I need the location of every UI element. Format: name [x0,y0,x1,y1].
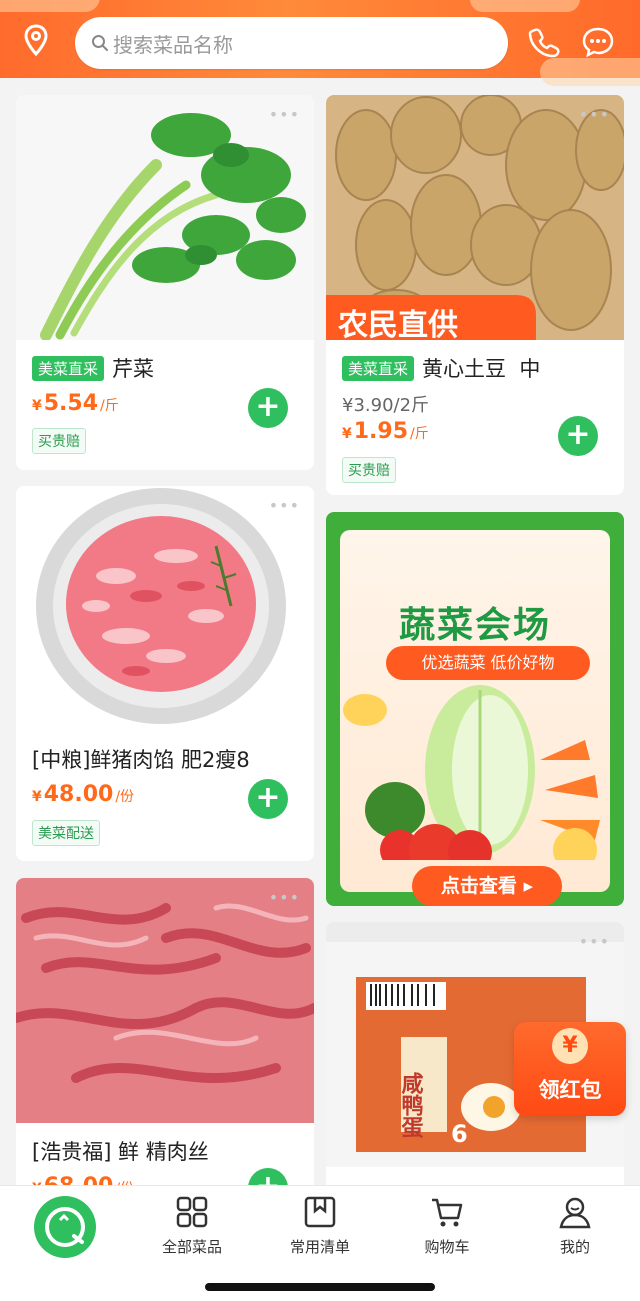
chat-icon[interactable] [580,24,616,60]
product-name: 芹菜 [112,357,155,381]
vegetables-illustration [343,685,600,860]
home-icon [45,1207,85,1247]
guarantee-badge: 买贵赔 [342,457,396,483]
product-image-celery [16,95,314,340]
tab-common-list[interactable]: 常用清单 [270,1194,370,1257]
header-cloud-decoration [0,0,100,12]
product-price: ¥ 48.00 /份 [32,782,134,807]
product-price: ¥ 5.54 /斤 [32,391,119,416]
header-bar: 搜索菜品名称 [0,0,640,86]
tab-label: 常用清单 [289,1238,350,1256]
banner-title: 蔬菜会场 [398,605,551,646]
guarantee-badge: 买贵赔 [32,428,86,454]
price-unit: /斤 [410,426,429,442]
price-unit: /份 [115,789,135,805]
banner-panel: 蔬菜会场 优选蔬菜 低价好物 点击查看 ▸ [340,530,610,906]
home-indicator [205,1283,435,1291]
tab-label: 全部菜品 [161,1238,222,1256]
more-icon[interactable]: ••• [269,888,300,907]
phone-icon[interactable] [526,24,562,60]
egg-count-label: 6 [451,1120,468,1148]
user-icon [559,1197,591,1229]
product-price: ¥ 1.95 /斤 [342,419,429,444]
original-price: ¥3.90/2斤 [342,395,430,416]
banner-text-farmer-direct: 农民直供 [337,308,458,340]
red-packet-label: 领红包 [538,1078,602,1102]
header-cloud-decoration [540,58,640,86]
header-cloud-decoration [470,0,580,12]
price-currency: ¥ [32,789,42,805]
view-more-label: 点击查看 [440,875,517,897]
product-card-potato[interactable]: 农民直供 ••• 美菜直采 黄心土豆 中 ¥3.90/2斤 ¥ 1.95 /斤 … [326,95,624,495]
search-placeholder: 搜索菜品名称 [113,32,233,57]
product-title-row: 美菜直采 黄心土豆 中 [342,353,540,383]
tab-all-dishes[interactable]: 全部菜品 [142,1194,242,1257]
add-to-cart-button[interactable]: + [558,416,598,456]
product-card-minced-pork[interactable]: ••• [中粮]鲜猪肉馅 肥2瘦8 ¥ 48.00 /份 美菜配送 + [16,486,314,861]
direct-purchase-tag: 美菜直采 [342,355,415,381]
search-input[interactable]: 搜索菜品名称 [75,17,508,69]
price-value: 5.54 [43,391,99,416]
view-more-button[interactable]: 点击查看 ▸ [412,866,562,906]
product-name: [中粮]鲜猪肉馅 肥2瘦8 [32,748,250,772]
price-value: 48.00 [43,782,114,807]
banner-subtitle: 优选蔬菜 低价好物 [386,646,590,680]
product-image-pork-shreds [16,878,314,1123]
more-icon[interactable]: ••• [579,105,610,124]
product-card-pork-shreds[interactable]: ••• [浩贵福] 鲜 精肉丝 ¥ 68.00 /份 + [16,878,314,1198]
yuan-coin-icon: ¥ [552,1028,588,1064]
egg-box-label: 咸鸭蛋 [398,1072,424,1139]
grid-icon [176,1196,208,1228]
location-icon[interactable] [18,22,54,58]
tab-label: 购物车 [424,1238,470,1256]
add-to-cart-button[interactable]: + [248,779,288,819]
more-icon[interactable]: ••• [269,496,300,515]
more-icon[interactable]: ••• [579,932,610,951]
add-to-cart-button[interactable]: + [248,388,288,428]
red-packet-button[interactable]: ¥ 领红包 [514,1022,626,1116]
more-icon[interactable]: ••• [269,105,300,124]
direct-purchase-tag: 美菜直采 [32,355,105,381]
home-tab[interactable] [34,1196,96,1258]
price-currency: ¥ [342,426,352,442]
vegetable-venue-banner[interactable]: 蔬菜会场 优选蔬菜 低价好物 点击查看 ▸ [326,512,624,906]
price-unit: /斤 [100,398,119,414]
product-title-row: [中粮]鲜猪肉馅 肥2瘦8 [32,744,250,774]
price-currency: ¥ [32,398,42,414]
product-title-row: [浩贵福] 鲜 精肉丝 [32,1136,209,1166]
product-image-potato: 农民直供 [326,95,624,340]
product-name: 黄心土豆 中 [422,357,541,381]
tab-label: 我的 [559,1238,590,1256]
bookmark-icon [304,1196,336,1228]
product-name: [浩贵福] 鲜 精肉丝 [32,1140,209,1164]
tab-mine[interactable]: 我的 [525,1194,625,1257]
price-value: 1.95 [353,419,409,444]
product-image-minced-pork [16,486,314,731]
delivery-badge: 美菜配送 [32,820,100,846]
product-title-row: 美菜直采 芹菜 [32,353,154,383]
tab-cart[interactable]: 购物车 [397,1194,497,1257]
search-icon [91,34,109,52]
product-card-celery[interactable]: ••• 美菜直采 芹菜 ¥ 5.54 /斤 买贵赔 + [16,95,314,470]
cart-icon [432,1198,463,1227]
